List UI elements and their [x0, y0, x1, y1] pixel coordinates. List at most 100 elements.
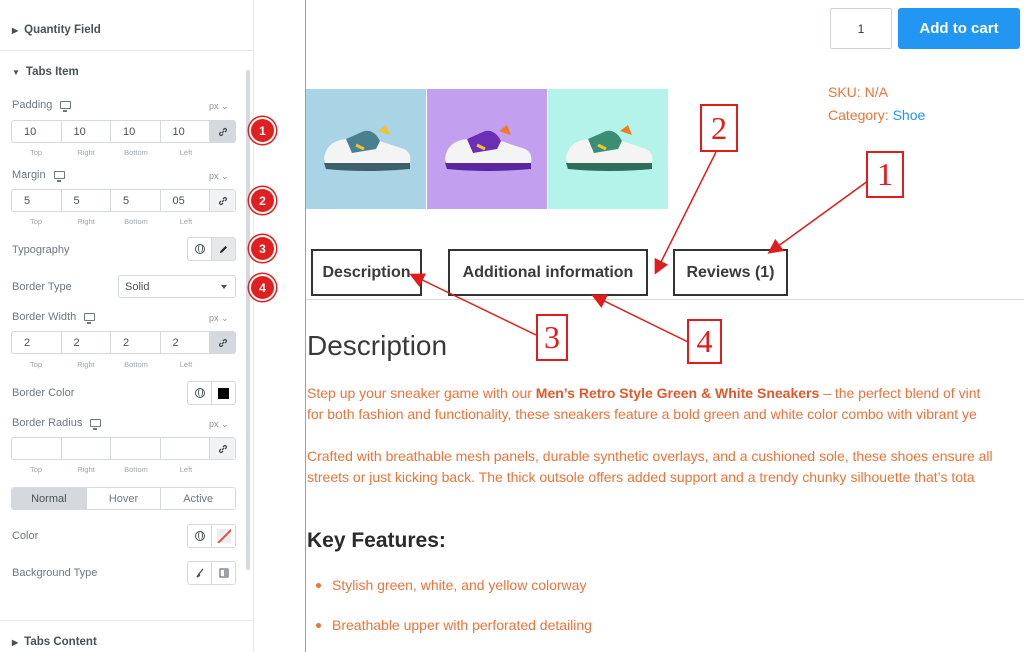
dim-label-top: Top	[29, 360, 43, 369]
link-icon[interactable]	[210, 438, 235, 459]
sneaker-image	[324, 125, 411, 171]
typography-controls	[187, 237, 236, 261]
padding-label: Padding	[12, 99, 72, 112]
gradient-bg-button[interactable]	[212, 562, 235, 584]
bullet-icon	[316, 582, 321, 588]
arrow-1	[767, 177, 873, 254]
margin-dim-labels: Top Right Bottom Left	[11, 217, 211, 226]
section-title: Tabs Content	[24, 636, 97, 648]
tab-reviews[interactable]: Reviews (1)	[673, 249, 788, 296]
chevron-down-icon	[221, 285, 227, 289]
desktop-icon[interactable]	[84, 313, 96, 324]
sku-meta: SKU: N/A	[828, 84, 888, 100]
desktop-icon[interactable]	[60, 101, 72, 112]
unit-text: px	[209, 313, 219, 323]
color-picker-button[interactable]	[212, 525, 235, 547]
step-marker-2: 2	[249, 187, 276, 214]
section-tabs-item[interactable]: ▼ Tabs Item	[0, 52, 254, 92]
border-width-dim-labels: Top Right Bottom Left	[11, 360, 211, 369]
margin-unit[interactable]: px ⌄	[209, 171, 229, 182]
color-picker-button[interactable]	[212, 382, 235, 404]
link-icon[interactable]	[210, 121, 235, 142]
padding-top-input[interactable]: 10	[12, 121, 62, 142]
pencil-icon	[220, 245, 227, 253]
border-width-unit[interactable]: px ⌄	[209, 313, 229, 324]
desktop-icon[interactable]	[90, 419, 102, 430]
tab-active[interactable]: Active	[161, 488, 235, 509]
border-radius-unit[interactable]: px ⌄	[209, 419, 229, 430]
category-link[interactable]: Shoe	[893, 107, 926, 123]
dim-label-left: Left	[179, 148, 193, 157]
section-tabs-content[interactable]: ▶ Tabs Content	[0, 622, 254, 652]
product-name-bold: Men’s Retro Style Green & White Sneakers	[535, 385, 820, 401]
border-radius-right-input[interactable]	[62, 438, 111, 459]
border-type-label: Border Type	[12, 281, 72, 293]
section-quantity-field[interactable]: ▶ Quantity Field	[0, 10, 254, 50]
quantity-input[interactable]: 1	[830, 8, 892, 49]
add-to-cart-button[interactable]: Add to cart	[898, 8, 1020, 49]
gradient-icon	[219, 568, 228, 578]
edit-button[interactable]	[212, 238, 235, 260]
border-width-dimensions: 2 2 2 2	[11, 331, 236, 354]
tab-additional-information[interactable]: Additional information	[448, 249, 648, 296]
border-width-left-input[interactable]: 2	[161, 332, 210, 353]
para-text: streets or just kicking back. The thick …	[307, 469, 975, 485]
border-width-right-input[interactable]: 2	[62, 332, 111, 353]
border-width-top-input[interactable]: 2	[12, 332, 62, 353]
tab-description[interactable]: Description	[311, 249, 422, 296]
dim-label-top: Top	[29, 148, 43, 157]
product-thumbnail[interactable]	[548, 89, 668, 209]
dim-label-left: Left	[179, 360, 193, 369]
tab-normal[interactable]: Normal	[12, 488, 87, 509]
dim-label-right: Right	[77, 148, 95, 157]
border-radius-bottom-input[interactable]	[111, 438, 161, 459]
product-thumbnail[interactable]	[306, 89, 426, 209]
padding-right-input[interactable]: 10	[62, 121, 111, 142]
para-text: Step up your sneaker game with our	[307, 385, 536, 401]
dim-label-bottom: Bottom	[124, 360, 148, 369]
list-item-text: Stylish green, white, and yellow colorwa…	[332, 577, 587, 593]
sneaker-image	[566, 125, 653, 171]
description-paragraph-1: Step up your sneaker game with our Men’s…	[307, 383, 1024, 425]
callout-3: 3	[536, 314, 568, 361]
global-button[interactable]	[188, 525, 212, 547]
list-item-text: Breathable upper with perforated detaili…	[332, 617, 592, 633]
dim-label-right: Right	[77, 360, 95, 369]
margin-label: Margin	[12, 169, 65, 182]
global-button[interactable]	[188, 382, 212, 404]
category-label: Category:	[828, 107, 889, 123]
globe-icon	[194, 531, 205, 541]
dim-label-left: Left	[179, 465, 193, 474]
description-paragraph-2: Crafted with breathable mesh panels, dur…	[307, 446, 1024, 488]
unit-text: px	[209, 171, 219, 181]
product-thumbnail[interactable]	[427, 89, 547, 209]
padding-bottom-input[interactable]: 10	[111, 121, 161, 142]
border-radius-left-input[interactable]	[161, 438, 210, 459]
margin-bottom-input[interactable]: 5	[111, 190, 161, 211]
border-radius-top-input[interactable]	[12, 438, 62, 459]
dim-label-right: Right	[77, 217, 95, 226]
list-item: Stylish green, white, and yellow colorwa…	[316, 577, 586, 593]
border-type-select[interactable]: Solid	[118, 275, 236, 298]
padding-dim-labels: Top Right Bottom Left	[11, 148, 211, 157]
padding-unit[interactable]: px ⌄	[209, 101, 229, 112]
margin-right-input[interactable]: 5	[62, 190, 111, 211]
link-icon[interactable]	[210, 332, 235, 353]
tab-hover[interactable]: Hover	[87, 488, 162, 509]
tabs-divider	[306, 299, 1024, 300]
margin-left-input[interactable]: 05	[161, 190, 210, 211]
step-marker-3: 3	[249, 235, 276, 262]
scrollbar[interactable]	[246, 70, 250, 570]
border-width-bottom-input[interactable]: 2	[111, 332, 161, 353]
link-icon[interactable]	[210, 190, 235, 211]
para-text: for both fashion and functionality, thes…	[307, 406, 977, 422]
margin-top-input[interactable]: 5	[12, 190, 62, 211]
padding-dimensions: 10 10 10 10	[11, 120, 236, 143]
para-text: Crafted with breathable mesh panels, dur…	[307, 448, 993, 464]
border-radius-dimensions	[11, 437, 236, 460]
classic-bg-button[interactable]	[188, 562, 212, 584]
global-button[interactable]	[188, 238, 212, 260]
desktop-icon[interactable]	[53, 171, 65, 182]
padding-left-input[interactable]: 10	[161, 121, 210, 142]
border-radius-label-text: Border Radius	[12, 417, 83, 429]
